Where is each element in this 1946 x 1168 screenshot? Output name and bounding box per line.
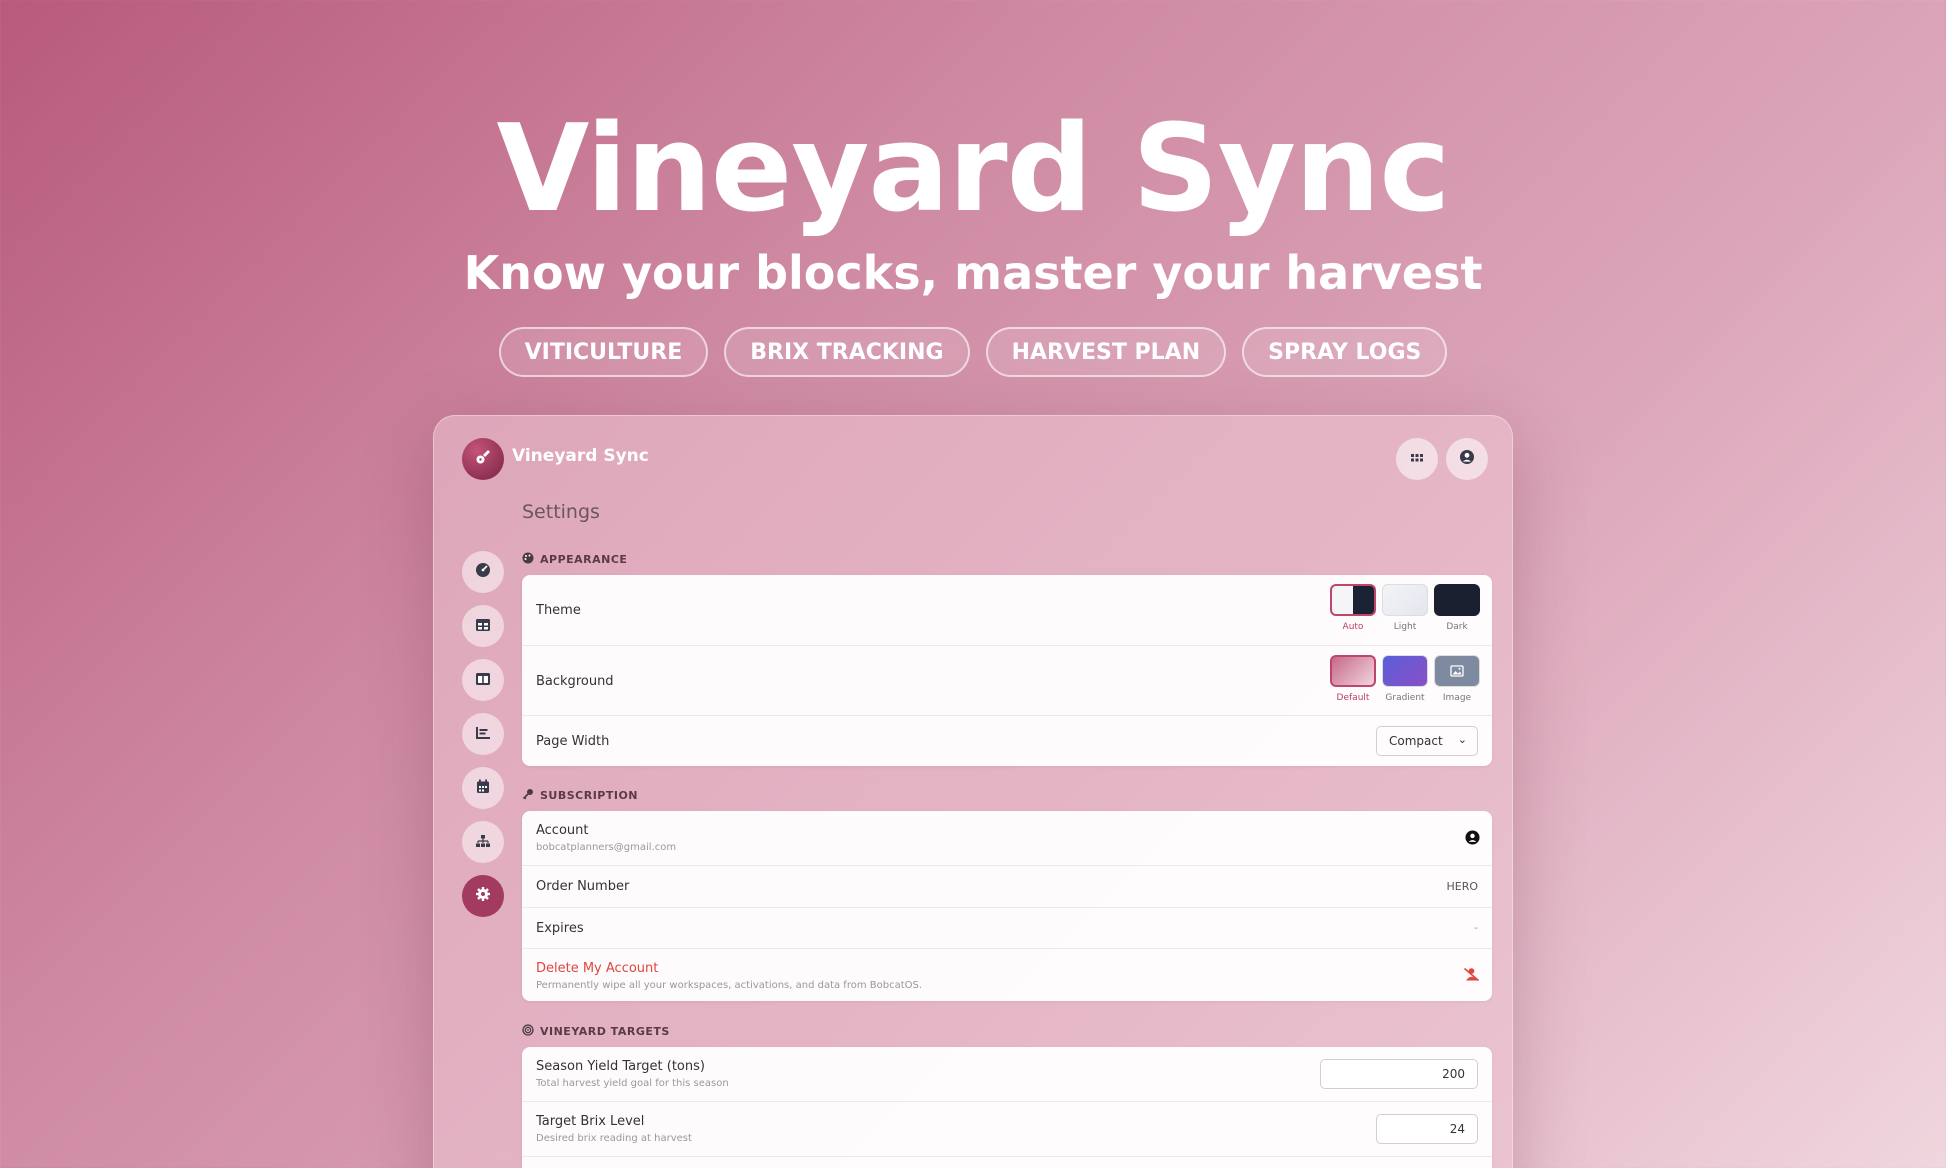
user-icon bbox=[1459, 449, 1475, 469]
sidebar-item-columns[interactable] bbox=[462, 659, 504, 701]
expires-value: - bbox=[1474, 921, 1478, 934]
expires-label: Expires bbox=[536, 921, 584, 936]
list-item bbox=[522, 1157, 1492, 1168]
page-width-row: Page Width Compact ⌄ bbox=[522, 716, 1492, 766]
sidebar-item-settings[interactable] bbox=[462, 875, 504, 917]
tag-pill: HARVEST PLAN bbox=[985, 327, 1227, 377]
order-number-label: Order Number bbox=[536, 879, 630, 894]
chart-icon bbox=[475, 725, 491, 744]
hero-subtitle: Know your blocks, master your harvest bbox=[463, 246, 1483, 300]
sidebar-item-table[interactable] bbox=[462, 605, 504, 647]
palette-icon bbox=[475, 562, 491, 582]
theme-caption: Dark bbox=[1446, 622, 1468, 632]
user-slash-icon[interactable] bbox=[1463, 967, 1480, 986]
user-icon[interactable] bbox=[1465, 830, 1480, 849]
delete-account-row[interactable]: Delete My Account Permanently wipe all y… bbox=[522, 949, 1492, 1001]
table-icon bbox=[475, 617, 491, 636]
section-title: VINEYARD TARGETS bbox=[540, 1025, 670, 1038]
hero-title: Vineyard Sync bbox=[496, 100, 1451, 239]
section-subscription-heading: SUBSCRIPTION bbox=[522, 788, 638, 803]
targets-card: Season Yield Target (tons) Total harvest… bbox=[522, 1047, 1492, 1168]
background-caption: Image bbox=[1442, 693, 1472, 703]
tag-pill: BRIX TRACKING bbox=[724, 327, 970, 377]
sidebar-item-dashboard[interactable] bbox=[462, 551, 504, 593]
expires-row: Expires - bbox=[522, 908, 1492, 949]
app-name: Vineyard Sync bbox=[512, 446, 649, 466]
brix-target-input[interactable]: 24 bbox=[1376, 1114, 1478, 1144]
theme-caption: Light bbox=[1393, 622, 1417, 632]
background-caption: Default bbox=[1336, 693, 1370, 703]
page-title: Settings bbox=[522, 501, 600, 523]
theme-caption: Auto bbox=[1342, 622, 1364, 632]
calendar-icon bbox=[476, 779, 490, 798]
page-width-select[interactable]: Compact ⌄ bbox=[1376, 726, 1478, 756]
order-number-value: HERO bbox=[1446, 880, 1478, 893]
gear-icon bbox=[475, 886, 491, 906]
delete-account-label[interactable]: Delete My Account bbox=[536, 961, 658, 976]
grid-icon bbox=[1410, 450, 1424, 469]
apps-grid-button[interactable] bbox=[1396, 438, 1438, 480]
account-label: Account bbox=[536, 823, 589, 838]
sidebar-item-chart[interactable] bbox=[462, 713, 504, 755]
user-menu-button[interactable] bbox=[1446, 438, 1488, 480]
sidebar bbox=[462, 551, 504, 929]
background-swatch-default bbox=[1330, 655, 1376, 687]
theme-option-auto[interactable]: Auto bbox=[1330, 584, 1376, 632]
background-row: Background Default Gradient Image bbox=[522, 646, 1492, 716]
background-caption: Gradient bbox=[1385, 693, 1425, 703]
hierarchy-icon bbox=[475, 833, 491, 852]
guitar-icon bbox=[474, 448, 492, 470]
theme-swatch-auto bbox=[1330, 584, 1376, 616]
yield-target-row: Season Yield Target (tons) Total harvest… bbox=[522, 1047, 1492, 1102]
chevron-down-icon: ⌄ bbox=[1457, 733, 1467, 746]
account-row: Account bobcatplanners@gmail.com bbox=[522, 811, 1492, 866]
theme-swatch-light bbox=[1382, 584, 1428, 616]
palette-icon bbox=[522, 552, 534, 567]
theme-option-dark[interactable]: Dark bbox=[1434, 584, 1480, 632]
section-targets-heading: VINEYARD TARGETS bbox=[522, 1024, 670, 1039]
image-icon bbox=[1450, 662, 1464, 681]
section-title: APPEARANCE bbox=[540, 553, 628, 566]
yield-target-input[interactable]: 200 bbox=[1320, 1059, 1478, 1089]
background-option-default[interactable]: Default bbox=[1330, 655, 1376, 703]
sidebar-item-hierarchy[interactable] bbox=[462, 821, 504, 863]
columns-icon bbox=[475, 671, 491, 690]
page-width-label: Page Width bbox=[536, 734, 610, 749]
background-option-gradient[interactable]: Gradient bbox=[1382, 655, 1428, 703]
order-number-row: Order Number HERO bbox=[522, 866, 1492, 908]
tag-pill: SPRAY LOGS bbox=[1242, 327, 1448, 377]
target-icon bbox=[522, 1024, 534, 1039]
section-title: SUBSCRIPTION bbox=[540, 789, 639, 802]
yield-target-label: Season Yield Target (tons) bbox=[536, 1059, 705, 1074]
background-label: Background bbox=[536, 674, 614, 689]
account-email: bobcatplanners@gmail.com bbox=[536, 842, 677, 853]
section-appearance-heading: APPEARANCE bbox=[522, 552, 627, 567]
background-option-image[interactable]: Image bbox=[1434, 655, 1480, 703]
theme-row: Theme Auto Light Dark bbox=[522, 575, 1492, 646]
theme-label: Theme bbox=[536, 603, 581, 618]
app-logo[interactable] bbox=[462, 438, 504, 480]
brix-target-description: Desired brix reading at harvest bbox=[536, 1133, 692, 1144]
brix-target-row: Target Brix Level Desired brix reading a… bbox=[522, 1102, 1492, 1157]
theme-swatch-dark bbox=[1434, 584, 1480, 616]
delete-account-description: Permanently wipe all your workspaces, ac… bbox=[536, 980, 923, 991]
sidebar-item-calendar[interactable] bbox=[462, 767, 504, 809]
hero-tags: VITICULTURE BRIX TRACKING HARVEST PLAN S… bbox=[0, 327, 1946, 377]
yield-target-description: Total harvest yield goal for this season bbox=[536, 1078, 729, 1089]
theme-option-light[interactable]: Light bbox=[1382, 584, 1428, 632]
page-width-value: Compact bbox=[1389, 734, 1443, 748]
background-swatch-image bbox=[1434, 655, 1480, 687]
background-swatch-gradient bbox=[1382, 655, 1428, 687]
appearance-card: Theme Auto Light Dark Background Default bbox=[522, 575, 1492, 766]
app-window: Vineyard Sync Settings APPEARANCE Theme … bbox=[433, 415, 1513, 1168]
brix-target-label: Target Brix Level bbox=[536, 1114, 645, 1129]
subscription-card: Account bobcatplanners@gmail.com Order N… bbox=[522, 811, 1492, 1001]
tag-pill: VITICULTURE bbox=[498, 327, 709, 377]
key-icon bbox=[522, 788, 534, 803]
